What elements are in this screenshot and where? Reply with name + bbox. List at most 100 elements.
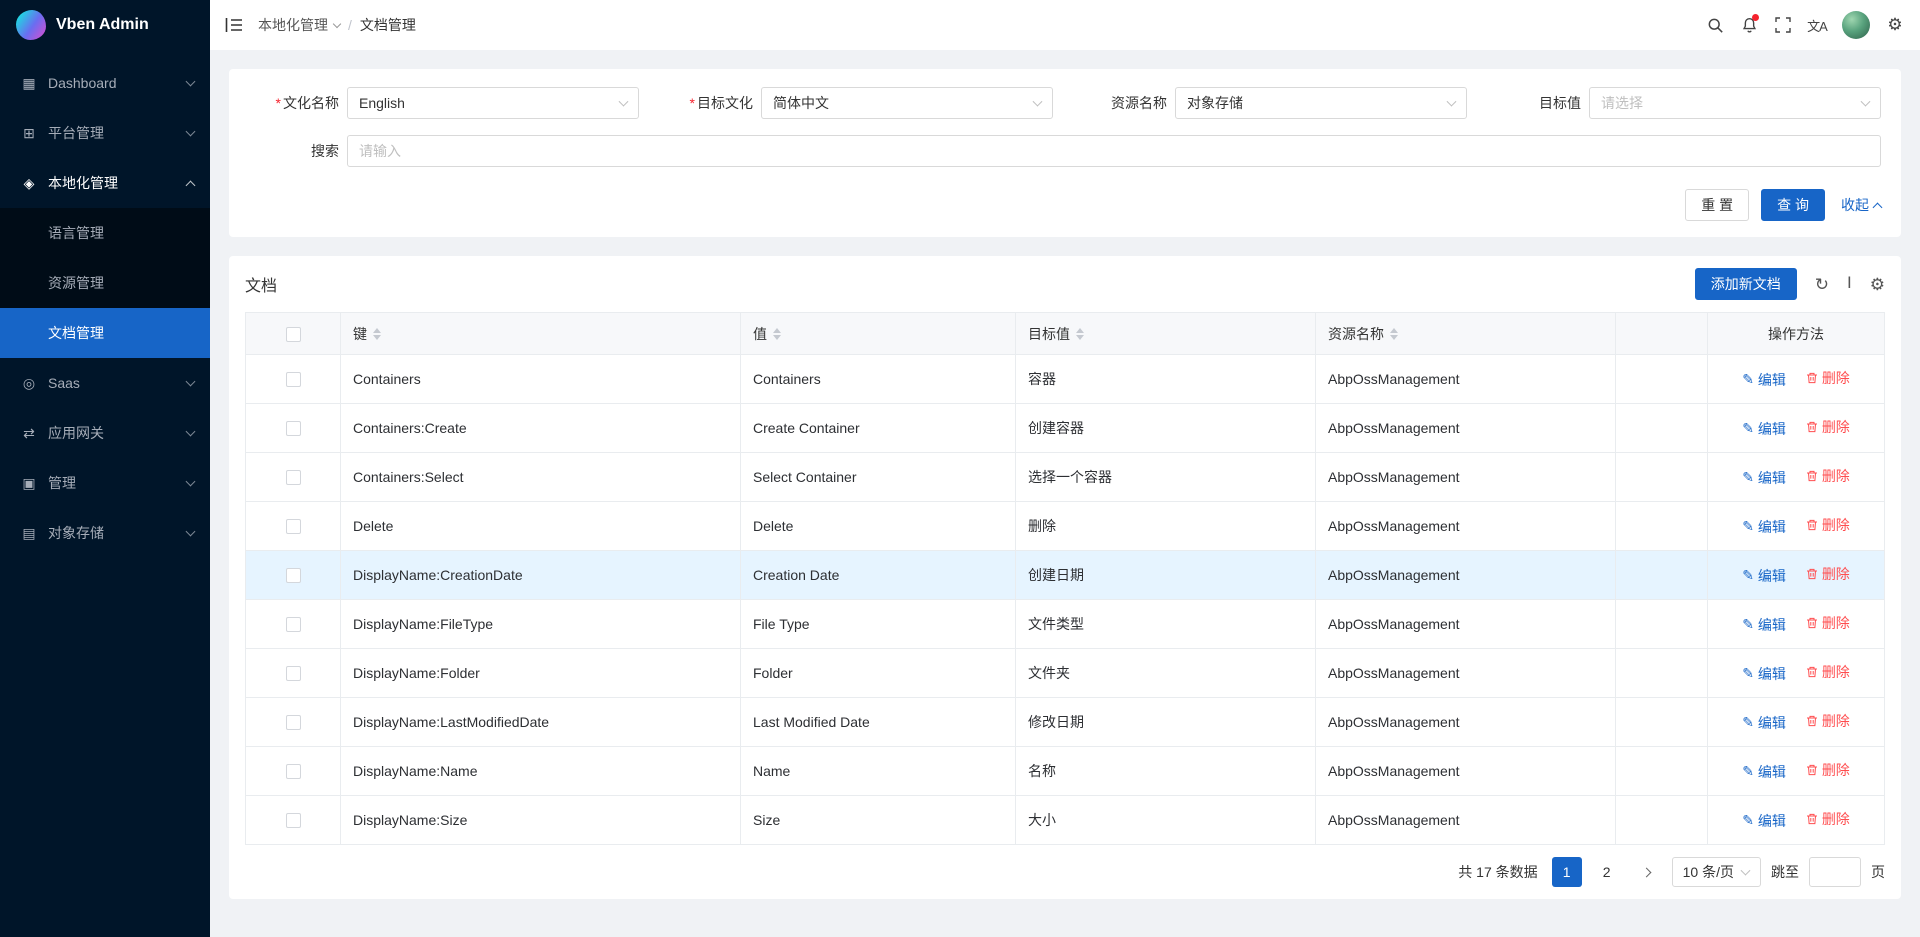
row-checkbox[interactable] [286, 666, 301, 681]
translate-icon[interactable]: 文A [1800, 5, 1834, 45]
chevron-down-icon [1861, 97, 1871, 107]
column-label: 键 [353, 324, 367, 344]
sidebar-item-resource-management[interactable]: 资源管理 [0, 258, 210, 308]
delete-button[interactable]: 删除 [1806, 760, 1850, 780]
column-settings-icon[interactable]: ⚙ [1870, 276, 1885, 293]
table-row[interactable]: Containers:Select Select Container 选择一个容… [246, 453, 1885, 502]
collapse-link[interactable]: 收起 [1841, 195, 1881, 215]
row-checkbox[interactable] [286, 470, 301, 485]
edit-icon: ✎ [1742, 518, 1754, 535]
delete-button[interactable]: 删除 [1806, 613, 1850, 633]
target-culture-select[interactable]: 简体中文 [761, 87, 1053, 119]
sort-icon[interactable] [1076, 328, 1084, 340]
delete-button[interactable]: 删除 [1806, 711, 1850, 731]
edit-button[interactable]: ✎编辑 [1742, 664, 1786, 684]
table-row[interactable]: DisplayName:Folder Folder 文件夹 AbpOssMana… [246, 649, 1885, 698]
sidebar-submenu-localization: 语言管理 资源管理 文档管理 [0, 208, 210, 358]
fullscreen-icon[interactable] [1766, 5, 1800, 45]
edit-label: 编辑 [1758, 370, 1786, 390]
sidebar-item-saas[interactable]: ◎ Saas [0, 358, 210, 408]
delete-button[interactable]: 删除 [1806, 662, 1850, 682]
edit-button[interactable]: ✎编辑 [1742, 762, 1786, 782]
row-checkbox[interactable] [286, 519, 301, 534]
breadcrumb-root[interactable]: 本地化管理 [258, 15, 340, 35]
row-checkbox[interactable] [286, 764, 301, 779]
pagination-jump-input[interactable] [1809, 857, 1861, 887]
sort-icon[interactable] [773, 328, 781, 340]
column-label: 资源名称 [1328, 324, 1384, 344]
edit-button[interactable]: ✎编辑 [1742, 517, 1786, 537]
menu-fold-icon[interactable] [210, 0, 258, 50]
delete-button[interactable]: 删除 [1806, 564, 1850, 584]
localization-icon: ◈ [20, 175, 38, 192]
sidebar-item-dashboard[interactable]: ▦ Dashboard [0, 58, 210, 108]
row-checkbox-cell [246, 600, 341, 649]
resource-select[interactable]: 对象存储 [1175, 87, 1467, 119]
cell-resource: AbpOssManagement [1316, 649, 1616, 698]
avatar[interactable] [1842, 11, 1870, 39]
add-document-button[interactable]: 添加新文档 [1695, 268, 1797, 300]
sidebar-item-platform[interactable]: ⊞ 平台管理 [0, 108, 210, 158]
sort-icon[interactable] [373, 328, 381, 340]
edit-button[interactable]: ✎编辑 [1742, 419, 1786, 439]
row-height-icon[interactable]: Ⅰ [1847, 276, 1852, 292]
edit-button[interactable]: ✎编辑 [1742, 811, 1786, 831]
sidebar-item-gateway[interactable]: ⇄ 应用网关 [0, 408, 210, 458]
reset-button[interactable]: 重 置 [1685, 189, 1749, 221]
row-checkbox[interactable] [286, 715, 301, 730]
delete-button[interactable]: 删除 [1806, 809, 1850, 829]
target-value-select[interactable]: 请选择 [1589, 87, 1881, 119]
sidebar-item-language-management[interactable]: 语言管理 [0, 208, 210, 258]
pagination-page-2[interactable]: 2 [1592, 857, 1622, 887]
settings-gear-icon[interactable]: ⚙ [1878, 5, 1912, 45]
table-row[interactable]: DisplayName:Name Name 名称 AbpOssManagemen… [246, 747, 1885, 796]
edit-button[interactable]: ✎编辑 [1742, 615, 1786, 635]
table-row[interactable]: DisplayName:Size Size 大小 AbpOssManagemen… [246, 796, 1885, 845]
table-row[interactable]: Containers:Create Create Container 创建容器 … [246, 404, 1885, 453]
spacer-cell [1616, 355, 1708, 404]
page-size-select[interactable]: 10 条/页 [1672, 857, 1761, 887]
search-input[interactable] [347, 135, 1881, 167]
search-icon[interactable] [1698, 5, 1732, 45]
row-checkbox[interactable] [286, 568, 301, 583]
edit-button[interactable]: ✎编辑 [1742, 713, 1786, 733]
logo[interactable]: Vben Admin [0, 0, 210, 50]
table-row[interactable]: DisplayName:LastModifiedDate Last Modifi… [246, 698, 1885, 747]
delete-button[interactable]: 删除 [1806, 515, 1850, 535]
table-row[interactable]: Containers Containers 容器 AbpOssManagemen… [246, 355, 1885, 404]
sidebar-item-admin[interactable]: ▣ 管理 [0, 458, 210, 508]
select-all-checkbox[interactable] [286, 327, 301, 342]
cell-key: DisplayName:CreationDate [341, 551, 741, 600]
refresh-icon[interactable]: ↻ [1815, 276, 1829, 293]
edit-button[interactable]: ✎编辑 [1742, 566, 1786, 586]
chevron-down-icon [186, 76, 196, 86]
sidebar-item-object-storage[interactable]: ▤ 对象存储 [0, 508, 210, 558]
sort-icon[interactable] [1390, 328, 1398, 340]
cell-value: Creation Date [741, 551, 1016, 600]
breadcrumb-root-label: 本地化管理 [258, 15, 328, 35]
chevron-down-icon [1447, 97, 1457, 107]
table-row-highlighted[interactable]: DisplayName:CreationDate Creation Date 创… [246, 551, 1885, 600]
table-row[interactable]: Delete Delete 删除 AbpOssManagement ✎编辑 删除 [246, 502, 1885, 551]
target-culture-label: 目标文化 [697, 95, 753, 111]
delete-button[interactable]: 删除 [1806, 417, 1850, 437]
edit-button[interactable]: ✎编辑 [1742, 468, 1786, 488]
pagination-next-icon[interactable] [1632, 857, 1662, 887]
row-checkbox[interactable] [286, 617, 301, 632]
notification-bell-icon[interactable] [1732, 5, 1766, 45]
sidebar-item-label: 平台管理 [48, 123, 187, 143]
edit-label: 编辑 [1758, 517, 1786, 537]
sidebar-item-document-management[interactable]: 文档管理 [0, 308, 210, 358]
sidebar-item-localization[interactable]: ◈ 本地化管理 [0, 158, 210, 208]
row-checkbox[interactable] [286, 813, 301, 828]
table-row[interactable]: DisplayName:FileType File Type 文件类型 AbpO… [246, 600, 1885, 649]
culture-select[interactable]: English [347, 87, 639, 119]
column-header-actions: 操作方法 [1708, 313, 1885, 355]
pagination-page-1[interactable]: 1 [1552, 857, 1582, 887]
edit-button[interactable]: ✎编辑 [1742, 370, 1786, 390]
row-checkbox[interactable] [286, 372, 301, 387]
delete-button[interactable]: 删除 [1806, 368, 1850, 388]
query-button[interactable]: 查 询 [1761, 189, 1825, 221]
row-checkbox[interactable] [286, 421, 301, 436]
delete-button[interactable]: 删除 [1806, 466, 1850, 486]
